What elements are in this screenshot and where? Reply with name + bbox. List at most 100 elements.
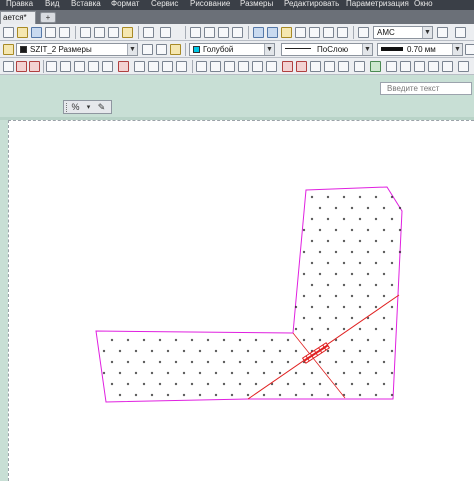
hatch-mark xyxy=(382,272,386,276)
hatch-mark xyxy=(126,338,130,342)
hatch-mark xyxy=(110,338,114,342)
hatch-mark xyxy=(350,228,354,232)
hatch-mark xyxy=(174,338,178,342)
hatch-mark xyxy=(198,393,202,397)
hatch-mark xyxy=(342,371,346,375)
hatch-mark xyxy=(222,382,226,386)
hatch-mark xyxy=(374,261,378,265)
hatch-mark xyxy=(134,349,138,353)
hatch-mark xyxy=(326,371,330,375)
hatch-mark xyxy=(278,349,282,353)
hatch-mark xyxy=(382,250,386,254)
hatch-mark xyxy=(246,393,250,397)
section-marker[interactable] xyxy=(301,342,331,364)
hatch-mark xyxy=(174,382,178,386)
hatch-mark xyxy=(326,261,330,265)
hatch-mark xyxy=(350,250,354,254)
hatch-mark xyxy=(110,360,114,364)
hatch-mark xyxy=(358,371,362,375)
hatch-mark xyxy=(390,349,394,353)
hatch-mark xyxy=(390,261,394,265)
hatch-mark xyxy=(118,371,122,375)
hatch-mark xyxy=(102,349,106,353)
hatch-mark xyxy=(326,283,330,287)
hatch-mark xyxy=(302,250,306,254)
section-line-ray[interactable] xyxy=(292,332,346,399)
hatch-mark xyxy=(326,217,330,221)
hatch-mark xyxy=(342,283,346,287)
hatch-mark xyxy=(222,360,226,364)
hatch-mark xyxy=(366,294,370,298)
hatch-mark xyxy=(390,283,394,287)
hatch-mark xyxy=(390,239,394,243)
hatch-mark xyxy=(374,283,378,287)
hatch-mark xyxy=(302,382,306,386)
hatch-mark xyxy=(366,382,370,386)
hatch-mark xyxy=(182,371,186,375)
hatch-mark xyxy=(374,195,378,199)
hatch-mark xyxy=(342,239,346,243)
hatch-mark xyxy=(150,371,154,375)
hatch-mark xyxy=(374,349,378,353)
hatch-mark xyxy=(318,250,322,254)
hatch-mark xyxy=(358,261,362,265)
hatch-mark xyxy=(118,393,122,397)
hatch-mark xyxy=(350,294,354,298)
hatch-mark xyxy=(390,371,394,375)
hatch-mark xyxy=(262,349,266,353)
hatch-mark xyxy=(358,349,362,353)
hatch-mark xyxy=(190,360,194,364)
hatch-mark xyxy=(318,382,322,386)
hatch-mark xyxy=(334,316,338,320)
hatch-mark xyxy=(126,382,130,386)
hatch-mark xyxy=(334,382,338,386)
hatch-mark xyxy=(350,206,354,210)
hatch-mark xyxy=(358,195,362,199)
hatch-mark xyxy=(246,371,250,375)
hatch-mark xyxy=(254,338,258,342)
hatch-mark xyxy=(334,272,338,276)
hatch-mark xyxy=(342,305,346,309)
hatch-mark xyxy=(334,360,338,364)
hatch-mark xyxy=(310,239,314,243)
hatch-mark xyxy=(358,239,362,243)
hatch-mark xyxy=(358,393,362,397)
hatch-mark xyxy=(310,261,314,265)
hatch-mark xyxy=(214,371,218,375)
hatch-mark xyxy=(310,305,314,309)
region-outline[interactable] xyxy=(95,186,403,403)
hatch-mark xyxy=(310,393,314,397)
hatch-mark xyxy=(198,349,202,353)
hatch-mark xyxy=(382,360,386,364)
hatch-mark xyxy=(262,393,266,397)
hatch-mark xyxy=(374,305,378,309)
hatch-mark xyxy=(390,327,394,331)
hatch-mark xyxy=(166,393,170,397)
hatch-mark xyxy=(310,327,314,331)
hatch-mark xyxy=(166,349,170,353)
hatch-mark xyxy=(110,382,114,386)
hatch-mark xyxy=(278,393,282,397)
hatch-mark xyxy=(390,217,394,221)
hatch-mark xyxy=(310,371,314,375)
hatch-mark xyxy=(238,360,242,364)
hatch-mark xyxy=(214,349,218,353)
drawing-geometry xyxy=(95,186,403,403)
hatch-mark xyxy=(302,338,306,342)
hatch-mark xyxy=(382,338,386,342)
hatch-mark xyxy=(310,195,314,199)
hatch-mark xyxy=(318,294,322,298)
hatch-mark xyxy=(350,338,354,342)
hatch-mark xyxy=(326,239,330,243)
hatch-mark xyxy=(350,360,354,364)
hatch-mark xyxy=(222,338,226,342)
hatch-mark xyxy=(358,283,362,287)
hatch-mark xyxy=(254,360,258,364)
hatch-mark xyxy=(350,272,354,276)
hatch-mark xyxy=(326,305,330,309)
hatch-mark xyxy=(286,360,290,364)
hatch-mark xyxy=(342,349,346,353)
hatch-mark xyxy=(374,217,378,221)
hatch-mark xyxy=(318,272,322,276)
hatch-mark xyxy=(342,327,346,331)
